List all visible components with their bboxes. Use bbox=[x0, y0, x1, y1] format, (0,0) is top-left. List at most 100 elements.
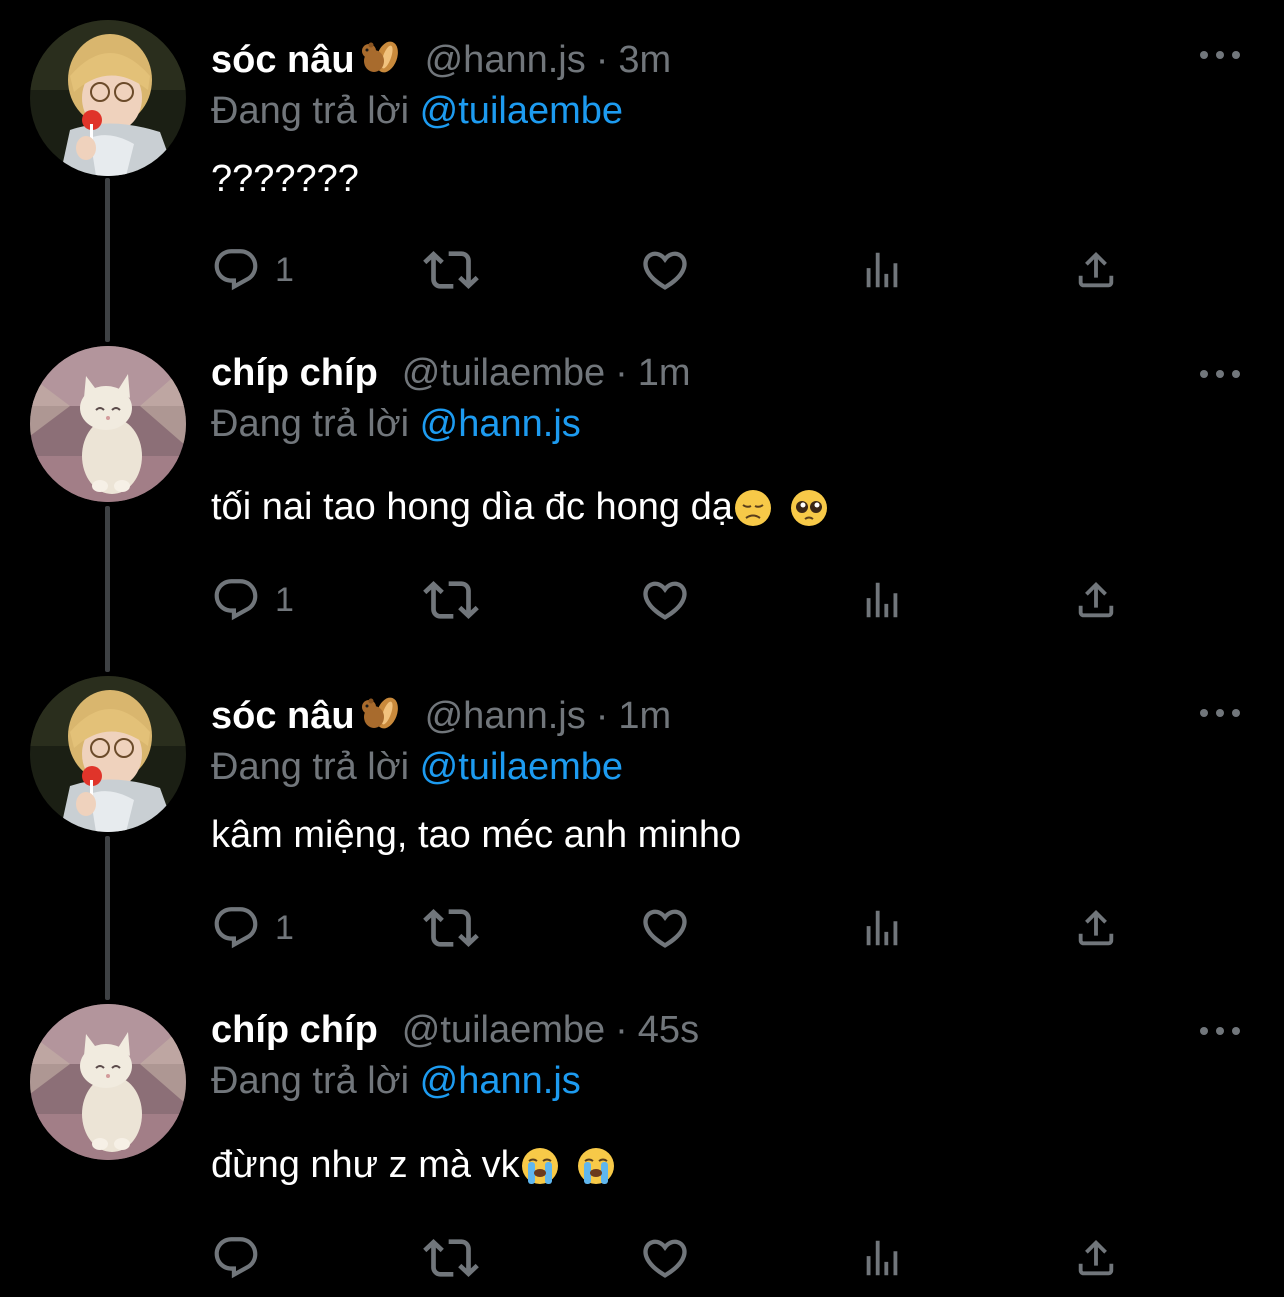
tweet-text: kâm miệng, tao méc anh minho bbox=[211, 814, 741, 857]
views-button[interactable] bbox=[859, 242, 905, 298]
reply-button[interactable]: 1 bbox=[211, 242, 294, 298]
tweet-header: sóc nâu @hann.js · 1m bbox=[211, 691, 671, 741]
chipmunk-emoji bbox=[357, 33, 401, 87]
white-kitten-avatar bbox=[30, 346, 186, 502]
analytics-icon bbox=[866, 1240, 898, 1276]
reply-count: 1 bbox=[275, 250, 294, 289]
share-button[interactable] bbox=[1073, 1230, 1119, 1286]
tweet-actions: 1 bbox=[211, 900, 1131, 956]
display-name[interactable]: chíp chíp bbox=[211, 1009, 378, 1052]
disappointed-face-emoji bbox=[733, 488, 773, 528]
share-icon bbox=[1078, 909, 1114, 946]
timestamp[interactable]: 3m bbox=[618, 39, 671, 82]
user-handle[interactable]: @hann.js bbox=[425, 39, 586, 82]
loudly-crying-face-emoji bbox=[520, 1146, 560, 1186]
display-name-text[interactable]: chíp chíp bbox=[211, 1009, 378, 1052]
heart-icon bbox=[643, 581, 687, 620]
retweet-icon bbox=[423, 909, 479, 947]
retweet-icon bbox=[423, 1239, 479, 1277]
reply-count: 1 bbox=[275, 908, 294, 947]
reply-button[interactable] bbox=[211, 1230, 275, 1286]
avatar[interactable] bbox=[30, 346, 186, 502]
like-button[interactable] bbox=[639, 1230, 691, 1286]
heart-icon bbox=[643, 1239, 687, 1278]
replying-to: Đang trả lời @tuilaembe bbox=[211, 90, 623, 133]
timestamp[interactable]: 1m bbox=[618, 695, 671, 738]
reply-icon bbox=[214, 907, 258, 949]
display-name[interactable]: sóc nâu bbox=[211, 689, 401, 743]
replying-to-label: Đang trả lời bbox=[211, 403, 410, 445]
mention-link[interactable]: @tuilaembe bbox=[420, 746, 623, 788]
more-options-icon[interactable] bbox=[1200, 708, 1240, 718]
heart-icon bbox=[643, 251, 687, 290]
display-name-text[interactable]: chíp chíp bbox=[211, 352, 378, 395]
like-button[interactable] bbox=[639, 900, 691, 956]
views-button[interactable] bbox=[859, 572, 905, 628]
share-button[interactable] bbox=[1073, 242, 1119, 298]
retweet-icon bbox=[423, 581, 479, 619]
separator-dot: · bbox=[615, 351, 628, 394]
retweet-button[interactable] bbox=[423, 242, 479, 298]
mention-link[interactable]: @hann.js bbox=[420, 403, 581, 445]
tweet-actions bbox=[211, 1230, 1131, 1286]
tweet[interactable]: sóc nâu @hann.js · 1m Đang trả lời @tuil… bbox=[0, 660, 1284, 990]
white-kitten-avatar bbox=[30, 1004, 186, 1160]
tweet-text-content: kâm miệng, tao méc anh minho bbox=[211, 814, 742, 856]
replying-to-label: Đang trả lời bbox=[211, 746, 410, 788]
separator-dot: · bbox=[615, 1008, 628, 1051]
tweet-header: chíp chíp @tuilaembe · 1m bbox=[211, 348, 691, 398]
avatar[interactable] bbox=[30, 1004, 186, 1160]
tweet-text-content: tối nai tao hong dìa đc hong dạ bbox=[211, 486, 733, 528]
reply-button[interactable]: 1 bbox=[211, 900, 294, 956]
timestamp[interactable]: 45s bbox=[638, 1009, 699, 1052]
more-options-icon[interactable] bbox=[1200, 50, 1240, 60]
more-options-icon[interactable] bbox=[1200, 1026, 1240, 1036]
replying-to: Đang trả lời @hann.js bbox=[211, 403, 581, 446]
user-handle[interactable]: @hann.js bbox=[425, 695, 586, 738]
share-button[interactable] bbox=[1073, 900, 1119, 956]
timestamp[interactable]: 1m bbox=[638, 352, 691, 395]
tweet-header: chíp chíp @tuilaembe · 45s bbox=[211, 1005, 699, 1055]
analytics-icon bbox=[866, 582, 898, 618]
retweet-button[interactable] bbox=[423, 1230, 479, 1286]
person-with-lollipop-avatar bbox=[30, 676, 186, 832]
like-button[interactable] bbox=[639, 242, 691, 298]
views-button[interactable] bbox=[859, 1230, 905, 1286]
share-button[interactable] bbox=[1073, 572, 1119, 628]
tweet-header: sóc nâu @hann.js · 3m bbox=[211, 35, 671, 85]
user-handle[interactable]: @tuilaembe bbox=[402, 352, 605, 395]
display-name-text[interactable]: sóc nâu bbox=[211, 39, 355, 82]
tweet[interactable]: sóc nâu @hann.js · 3m Đang trả lời @tuil… bbox=[0, 0, 1284, 330]
mention-link[interactable]: @tuilaembe bbox=[420, 90, 623, 132]
retweet-button[interactable] bbox=[423, 900, 479, 956]
separator-dot: · bbox=[595, 38, 609, 81]
display-name[interactable]: sóc nâu bbox=[211, 33, 401, 87]
tweet-thread: sóc nâu @hann.js · 3m Đang trả lời @tuil… bbox=[0, 0, 1284, 1297]
views-button[interactable] bbox=[859, 900, 905, 956]
chipmunk-emoji bbox=[357, 689, 401, 743]
like-button[interactable] bbox=[639, 572, 691, 628]
retweet-button[interactable] bbox=[423, 572, 479, 628]
display-name-text[interactable]: sóc nâu bbox=[211, 695, 355, 738]
display-name[interactable]: chíp chíp bbox=[211, 352, 378, 395]
user-handle[interactable]: @tuilaembe bbox=[402, 1009, 605, 1052]
tweet[interactable]: chíp chíp @tuilaembe · 45s Đang trả lời … bbox=[0, 990, 1284, 1297]
reply-icon bbox=[214, 249, 258, 291]
share-icon bbox=[1078, 581, 1114, 618]
pleading-face-emoji bbox=[789, 488, 829, 528]
reply-count: 1 bbox=[275, 580, 294, 619]
share-icon bbox=[1078, 1239, 1114, 1276]
avatar[interactable] bbox=[30, 676, 186, 832]
tweet-actions: 1 bbox=[211, 572, 1131, 628]
reply-icon bbox=[214, 1237, 258, 1279]
mention-link[interactable]: @hann.js bbox=[420, 1060, 581, 1102]
share-icon bbox=[1078, 251, 1114, 288]
avatar[interactable] bbox=[30, 20, 186, 176]
replying-to: Đang trả lời @hann.js bbox=[211, 1060, 581, 1103]
replying-to: Đang trả lời @tuilaembe bbox=[211, 746, 623, 789]
retweet-icon bbox=[423, 251, 479, 289]
tweet[interactable]: chíp chíp @tuilaembe · 1m Đang trả lời @… bbox=[0, 330, 1284, 660]
tweet-text: tối nai tao hong dìa đc hong dạ bbox=[211, 486, 829, 529]
more-options-icon[interactable] bbox=[1200, 369, 1240, 379]
reply-button[interactable]: 1 bbox=[211, 572, 294, 628]
